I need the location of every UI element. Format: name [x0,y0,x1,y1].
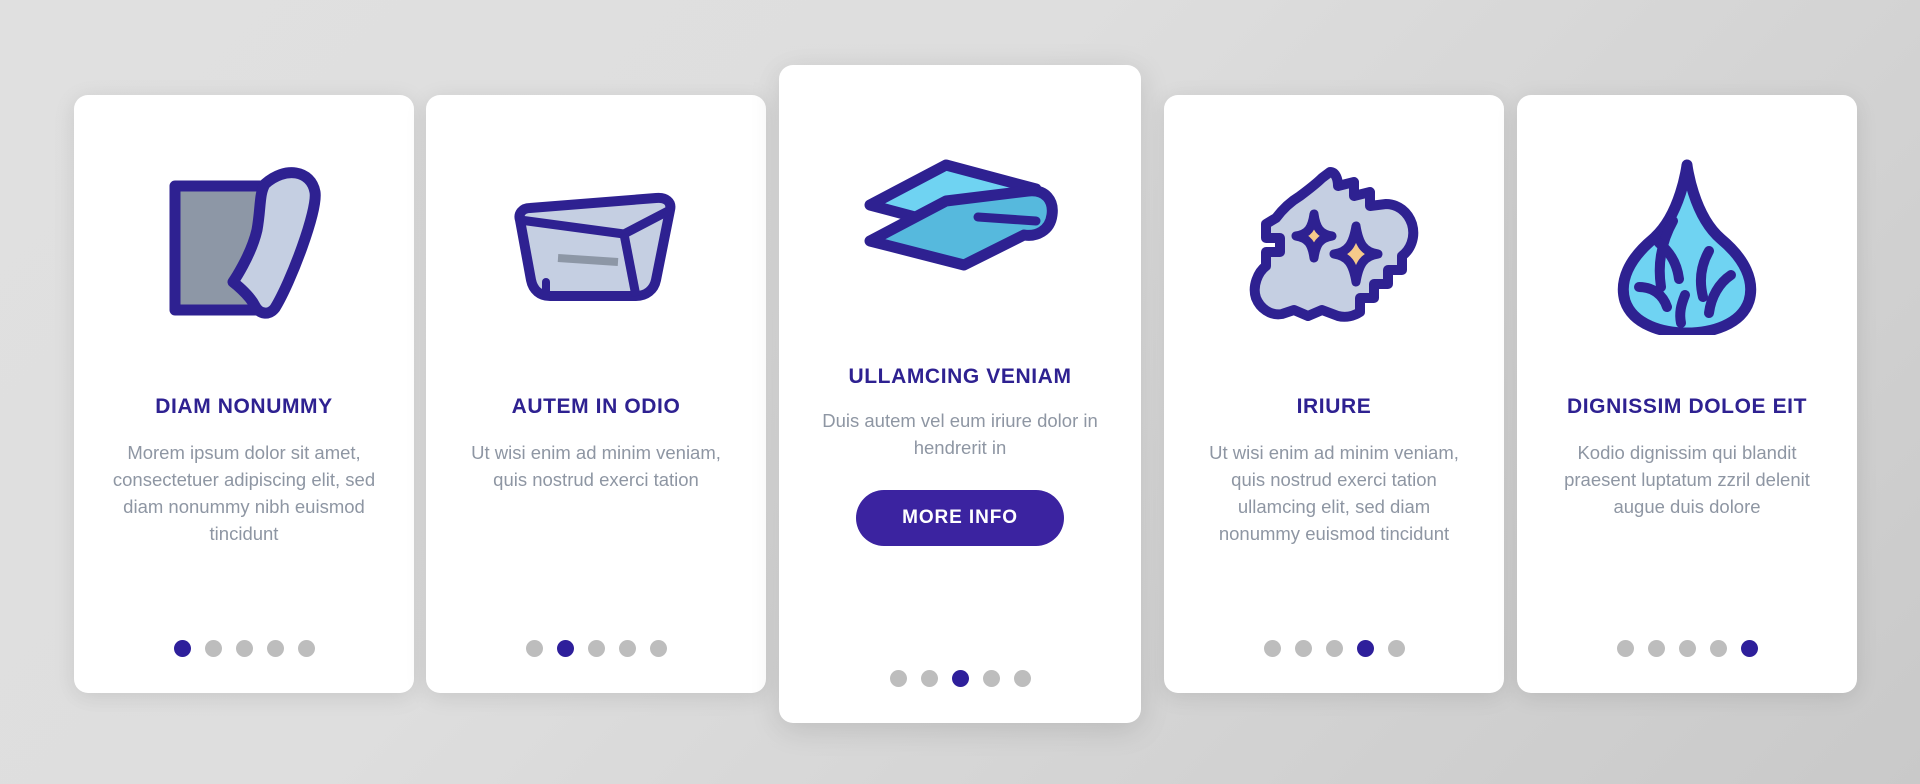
pagination-dots [1164,640,1504,657]
pagination-dot[interactable] [587,640,605,657]
more-info-button[interactable]: MORE INFO [856,489,1064,546]
pagination-dot[interactable] [1740,640,1758,657]
wrung-cloth-droplet-icon [1517,95,1857,395]
card-body-text: Duis autem vel eum iriure dolor in hendr… [822,410,1098,458]
pagination-dot[interactable] [920,670,938,687]
card-title: AUTEM IN ODIO [511,395,681,418]
pagination-dot[interactable] [1678,640,1696,657]
pagination-dot[interactable] [649,640,667,657]
onboarding-card-autem-in-odio[interactable]: AUTEM IN ODIO Ut wisi enim ad minim veni… [426,95,766,693]
pagination-dots [1517,640,1857,657]
pagination-dot[interactable] [204,640,222,657]
pagination-dot[interactable] [1263,640,1281,657]
card-body-text: Ut wisi enim ad minim veniam, quis nostr… [471,442,721,490]
card-title: DIGNISSIM DOLOE EIT [1566,395,1808,418]
pagination-dot[interactable] [1387,640,1405,657]
card-title: IRIURE [1296,395,1372,418]
pagination-dot[interactable] [1709,640,1727,657]
pagination-dot[interactable] [618,640,636,657]
onboarding-screens-container: DIAM NONUMMY Morem ipsum dolor sit amet,… [0,0,1920,784]
wash-basin-tray-icon [426,95,766,395]
pagination-dot[interactable] [297,640,315,657]
pagination-dots [74,640,414,657]
pagination-dot[interactable] [266,640,284,657]
card-title: ULLAMCING VENIAM [848,365,1072,388]
card-title: DIAM NONUMMY [155,395,333,418]
pagination-dot[interactable] [235,640,253,657]
pagination-dot[interactable] [1325,640,1343,657]
pagination-dot[interactable] [889,670,907,687]
pagination-dot[interactable] [1356,640,1374,657]
pagination-dot[interactable] [173,640,191,657]
cleaning-cloth-sparkle-icon [1164,95,1504,395]
pagination-dot[interactable] [951,670,969,687]
pagination-dot[interactable] [1616,640,1634,657]
pagination-dots [426,640,766,657]
onboarding-card-dignissim-doloe-eit[interactable]: DIGNISSIM DOLOE EIT Kodio dignissim qui … [1517,95,1857,693]
card-body-text: Kodio dignissim qui blandit praesent lup… [1564,442,1810,517]
pagination-dots [779,670,1141,687]
pagination-dot[interactable] [1013,670,1031,687]
onboarding-card-ullamcing-veniam[interactable]: ULLAMCING VENIAM Duis autem vel eum iriu… [779,65,1141,723]
card-body-text: Morem ipsum dolor sit amet, consectetuer… [112,442,376,544]
pagination-dot[interactable] [1647,640,1665,657]
cta-container: MORE INFO [779,489,1141,546]
onboarding-card-iriure[interactable]: IRIURE Ut wisi enim ad minim veniam, qui… [1164,95,1504,693]
pagination-dot[interactable] [982,670,1000,687]
pagination-dot[interactable] [1294,640,1312,657]
pagination-dot[interactable] [556,640,574,657]
pagination-dot[interactable] [525,640,543,657]
cloth-folded-corner-icon [74,95,414,395]
card-body-text: Ut wisi enim ad minim veniam, quis nostr… [1209,442,1459,544]
onboarding-card-diam-nonummy[interactable]: DIAM NONUMMY Morem ipsum dolor sit amet,… [74,95,414,693]
folded-towel-icon [779,65,1141,365]
